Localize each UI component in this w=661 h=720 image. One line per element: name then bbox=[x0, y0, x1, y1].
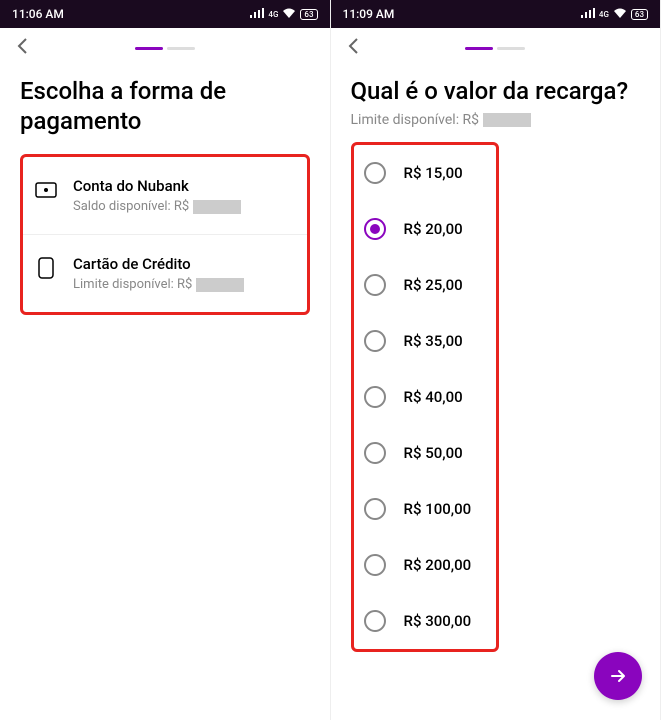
redacted-balance bbox=[193, 200, 241, 214]
radio-icon bbox=[364, 162, 386, 184]
amount-label: R$ 35,00 bbox=[404, 332, 463, 350]
lte-label: 4G bbox=[599, 10, 609, 19]
payment-option-nubank[interactable]: Conta do Nubank Saldo disponível: R$ bbox=[23, 157, 307, 235]
card-icon bbox=[35, 257, 57, 279]
status-icons: 4G 63 bbox=[250, 8, 317, 21]
redacted-limit bbox=[196, 278, 244, 292]
wifi-icon bbox=[282, 8, 296, 21]
amount-label: R$ 25,00 bbox=[404, 276, 463, 294]
amount-label: R$ 200,00 bbox=[404, 556, 472, 574]
radio-icon bbox=[364, 218, 386, 240]
radio-icon bbox=[364, 274, 386, 296]
lte-label: 4G bbox=[268, 10, 278, 19]
status-bar: 11:09 AM 4G 63 bbox=[331, 0, 661, 28]
phone-left: 11:06 AM 4G 63 Escolha a forma de pagame… bbox=[0, 0, 331, 720]
page-title: Escolha a forma de pagamento bbox=[20, 76, 310, 136]
page-title: Qual é o valor da recarga? bbox=[351, 76, 641, 106]
page-subtitle: Limite disponível: R$ bbox=[351, 112, 641, 128]
payment-subtitle: Saldo disponível: R$ bbox=[73, 199, 241, 214]
amount-label: R$ 300,00 bbox=[404, 612, 472, 630]
next-button[interactable] bbox=[594, 652, 642, 700]
radio-icon bbox=[364, 386, 386, 408]
signal-icon bbox=[581, 8, 595, 21]
amount-option[interactable]: R$ 15,00 bbox=[354, 145, 496, 201]
back-button[interactable] bbox=[16, 36, 28, 60]
amount-option[interactable]: R$ 50,00 bbox=[354, 425, 496, 481]
highlight-box-payment: Conta do Nubank Saldo disponível: R$ Car… bbox=[20, 154, 310, 315]
amount-option[interactable]: R$ 300,00 bbox=[354, 593, 496, 649]
payment-title: Conta do Nubank bbox=[73, 177, 241, 195]
back-button[interactable] bbox=[347, 36, 359, 60]
content-left: Escolha a forma de pagamento Conta do Nu… bbox=[0, 68, 330, 323]
signal-icon bbox=[250, 8, 264, 21]
radio-icon bbox=[364, 498, 386, 520]
status-bar: 11:06 AM 4G 63 bbox=[0, 0, 330, 28]
progress-step-2 bbox=[497, 47, 525, 50]
nav-bar bbox=[331, 28, 661, 68]
amount-label: R$ 100,00 bbox=[404, 500, 472, 518]
nav-bar bbox=[0, 28, 330, 68]
amount-label: R$ 15,00 bbox=[404, 164, 463, 182]
status-time: 11:09 AM bbox=[343, 7, 395, 21]
progress-indicator bbox=[135, 47, 195, 50]
amount-label: R$ 50,00 bbox=[404, 444, 463, 462]
status-time: 11:06 AM bbox=[12, 7, 64, 21]
radio-icon bbox=[364, 330, 386, 352]
amount-option[interactable]: R$ 20,00 bbox=[354, 201, 496, 257]
battery-icon: 63 bbox=[631, 9, 648, 20]
wifi-icon bbox=[613, 8, 627, 21]
payment-option-credit[interactable]: Cartão de Crédito Limite disponível: R$ bbox=[23, 235, 307, 312]
amount-option[interactable]: R$ 40,00 bbox=[354, 369, 496, 425]
highlight-box-amounts: R$ 15,00 R$ 20,00 R$ 25,00 R$ 35,00 R$ 40,00… bbox=[351, 142, 499, 652]
progress-step-1 bbox=[135, 47, 163, 50]
amount-option[interactable]: R$ 25,00 bbox=[354, 257, 496, 313]
account-icon bbox=[35, 179, 57, 201]
amount-option[interactable]: R$ 35,00 bbox=[354, 313, 496, 369]
status-icons: 4G 63 bbox=[581, 8, 648, 21]
content-right: Qual é o valor da recarga? Limite dispon… bbox=[331, 68, 661, 660]
amount-option[interactable]: R$ 200,00 bbox=[354, 537, 496, 593]
payment-subtitle: Limite disponível: R$ bbox=[73, 277, 244, 292]
radio-icon bbox=[364, 610, 386, 632]
radio-icon bbox=[364, 442, 386, 464]
amount-label: R$ 40,00 bbox=[404, 388, 463, 406]
amount-label: R$ 20,00 bbox=[404, 220, 463, 238]
phone-right: 11:09 AM 4G 63 Qual é o valor da recarga… bbox=[331, 0, 661, 720]
amount-option[interactable]: R$ 100,00 bbox=[354, 481, 496, 537]
progress-indicator bbox=[465, 47, 525, 50]
radio-icon bbox=[364, 554, 386, 576]
progress-step-1 bbox=[465, 47, 493, 50]
redacted-limit bbox=[483, 113, 531, 127]
payment-title: Cartão de Crédito bbox=[73, 255, 244, 273]
progress-step-2 bbox=[167, 47, 195, 50]
battery-icon: 63 bbox=[300, 9, 317, 20]
